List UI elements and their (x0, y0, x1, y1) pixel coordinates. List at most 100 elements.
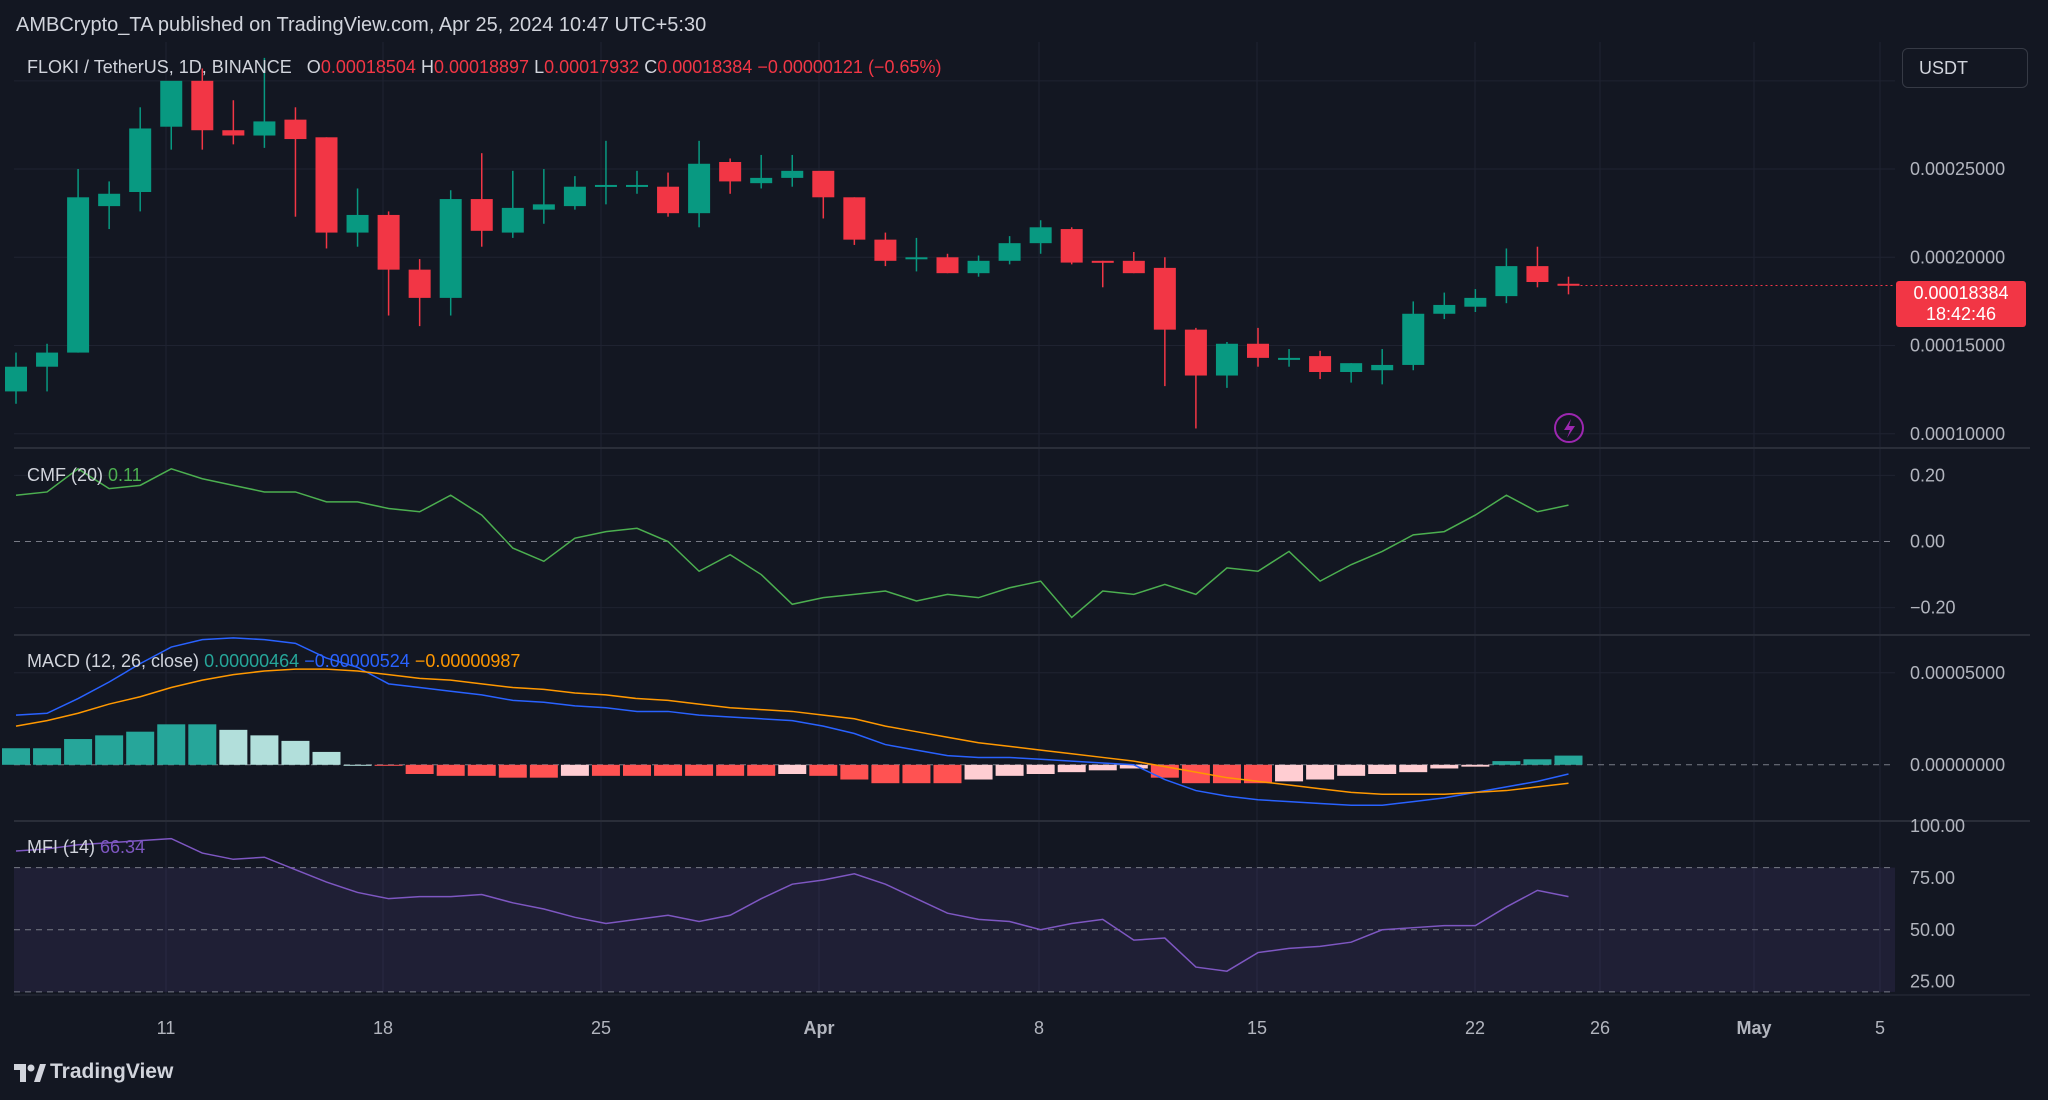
cmf-tick-label: −0.20 (1910, 598, 1956, 618)
macd-title[interactable]: MACD (12, 26, close) (27, 651, 199, 671)
cmf-legend: CMF (20) 0.11 (27, 465, 142, 486)
time-tick-label: 15 (1247, 1018, 1267, 1038)
macd-histogram-bar (64, 739, 93, 765)
cmf-line (15, 467, 1569, 619)
macd-signal-value: −0.00000987 (414, 651, 521, 671)
macd-tick-label: 0.00000000 (1910, 755, 2005, 775)
candle-body (1029, 227, 1052, 244)
macd-histogram-bar (1212, 764, 1241, 784)
low-label: L (534, 57, 545, 77)
price-tick-label: 0.00015000 (1910, 336, 2005, 356)
macd-histogram-bar (374, 764, 403, 766)
macd-histogram-bar (529, 764, 558, 778)
macd-histogram-bar (1399, 764, 1428, 773)
macd-histogram-bar (467, 764, 496, 776)
mfi-tick-label: 25.00 (1910, 972, 1955, 992)
macd-histogram-bar (716, 764, 745, 776)
symbol-title[interactable]: FLOKI / TetherUS, 1D, BINANCE (27, 57, 292, 77)
candle-body (253, 121, 276, 136)
macd-histogram-bar (623, 764, 651, 776)
candle-body (5, 366, 27, 392)
macd-tick-label: 0.00005000 (1910, 663, 2005, 683)
candle-body (1340, 363, 1363, 372)
candle-body (346, 214, 369, 233)
macd-histogram-bar (219, 729, 248, 765)
macd-histogram-bar (902, 764, 931, 784)
candle-body (750, 177, 773, 184)
candle-body (160, 80, 183, 127)
candle-body (1402, 313, 1425, 365)
macd-histogram-bar (498, 764, 527, 778)
open-value: 0.00018504 (320, 57, 416, 77)
time-tick-label: 26 (1590, 1018, 1610, 1038)
macd-hist-value: 0.00000464 (204, 651, 300, 671)
close-value: 0.00018384 (657, 57, 753, 77)
tradingview-logo-icon (14, 1064, 46, 1082)
macd-histogram-bar (436, 764, 465, 776)
currency-button[interactable]: USDT (1902, 48, 2028, 88)
macd-histogram-bar (778, 764, 807, 774)
mfi-title[interactable]: MFI (14) (27, 837, 95, 857)
price-tick-label: 0.00010000 (1910, 424, 2005, 444)
macd-histogram-bar (250, 735, 279, 765)
candle-body (377, 214, 400, 270)
time-tick-label: Apr (804, 1018, 835, 1038)
macd-histogram-bar (312, 751, 341, 765)
macd-histogram-bar (1523, 759, 1552, 765)
macd-signal-line (15, 668, 1569, 795)
candle-body (408, 269, 431, 298)
candle-body (594, 184, 617, 187)
macd-histogram-bar (840, 764, 869, 780)
candle-body (688, 163, 711, 214)
price-tick-label: 0.00020000 (1910, 247, 2005, 267)
candle-body (1122, 260, 1145, 274)
candle-body (532, 204, 555, 210)
candle-body (967, 260, 990, 274)
time-tick-label: May (1736, 1018, 1771, 1038)
chart-legend: FLOKI / TetherUS, 1D, BINANCE O0.0001850… (27, 57, 941, 78)
candle-body (843, 197, 866, 240)
cmf-title[interactable]: CMF (20) (27, 465, 103, 485)
candle-body (98, 193, 121, 207)
macd-histogram-bar (591, 764, 620, 776)
change-value: −0.00000121 (−0.65%) (757, 57, 942, 77)
macd-histogram-bar (343, 764, 372, 766)
macd-histogram-bar (1461, 764, 1490, 767)
cmf-tick-label: 0.20 (1910, 465, 1945, 485)
ohlc-readout: O0.00018504 H0.00018897 L0.00017932 C0.0… (297, 57, 942, 77)
candle-body (501, 207, 524, 233)
macd-histogram-bar (1306, 764, 1335, 780)
mfi-tick-label: 100.00 (1910, 816, 1965, 836)
macd-histogram-bar (157, 724, 186, 765)
close-label: C (644, 57, 658, 77)
candle-body (191, 80, 214, 131)
macd-histogram-bar (95, 735, 124, 765)
candle-body (626, 184, 648, 187)
macd-histogram-bar (1368, 764, 1397, 774)
last-price-badge: 0.00018384 18:42:46 (1896, 281, 2026, 327)
macd-histogram-bar (405, 764, 434, 774)
candle-body (998, 243, 1021, 261)
candle-body (470, 199, 493, 231)
macd-histogram-bar (33, 748, 62, 765)
chart-canvas[interactable]: 0.000300000.000250000.000200000.00015000… (0, 0, 2048, 1100)
cmf-value: 0.11 (108, 465, 142, 485)
macd-histogram-bar (126, 731, 155, 765)
macd-line-value: −0.00000524 (304, 651, 410, 671)
macd-histogram-bar (281, 740, 310, 765)
candle-body (1060, 229, 1083, 263)
footer: TradingView (0, 1046, 2048, 1100)
candle-body (657, 186, 680, 214)
footer-brand[interactable]: TradingView (50, 1060, 173, 1084)
candle-body (1433, 304, 1456, 314)
macd-histogram-bar (995, 764, 1024, 776)
macd-histogram-bar (685, 764, 714, 776)
macd-histogram-bar (933, 764, 962, 784)
time-tick-label: 11 (157, 1018, 176, 1038)
candle-body (1091, 260, 1114, 263)
candle-body (67, 197, 90, 353)
time-tick-label: 18 (373, 1018, 393, 1038)
macd-histogram-bar (809, 764, 838, 776)
price-tick-label: 0.00025000 (1910, 159, 2005, 179)
candle-body (781, 170, 804, 178)
